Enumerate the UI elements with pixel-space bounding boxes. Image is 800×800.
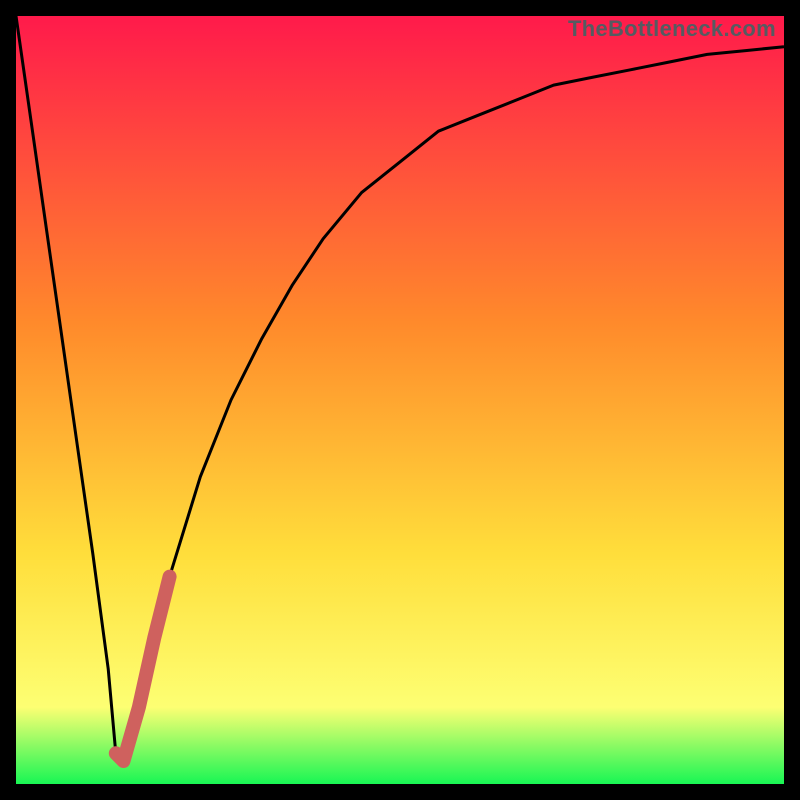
chart-frame: TheBottleneck.com <box>16 16 784 784</box>
bottleneck-plot <box>16 16 784 784</box>
watermark-text: TheBottleneck.com <box>568 16 776 42</box>
gradient-background <box>16 16 784 784</box>
